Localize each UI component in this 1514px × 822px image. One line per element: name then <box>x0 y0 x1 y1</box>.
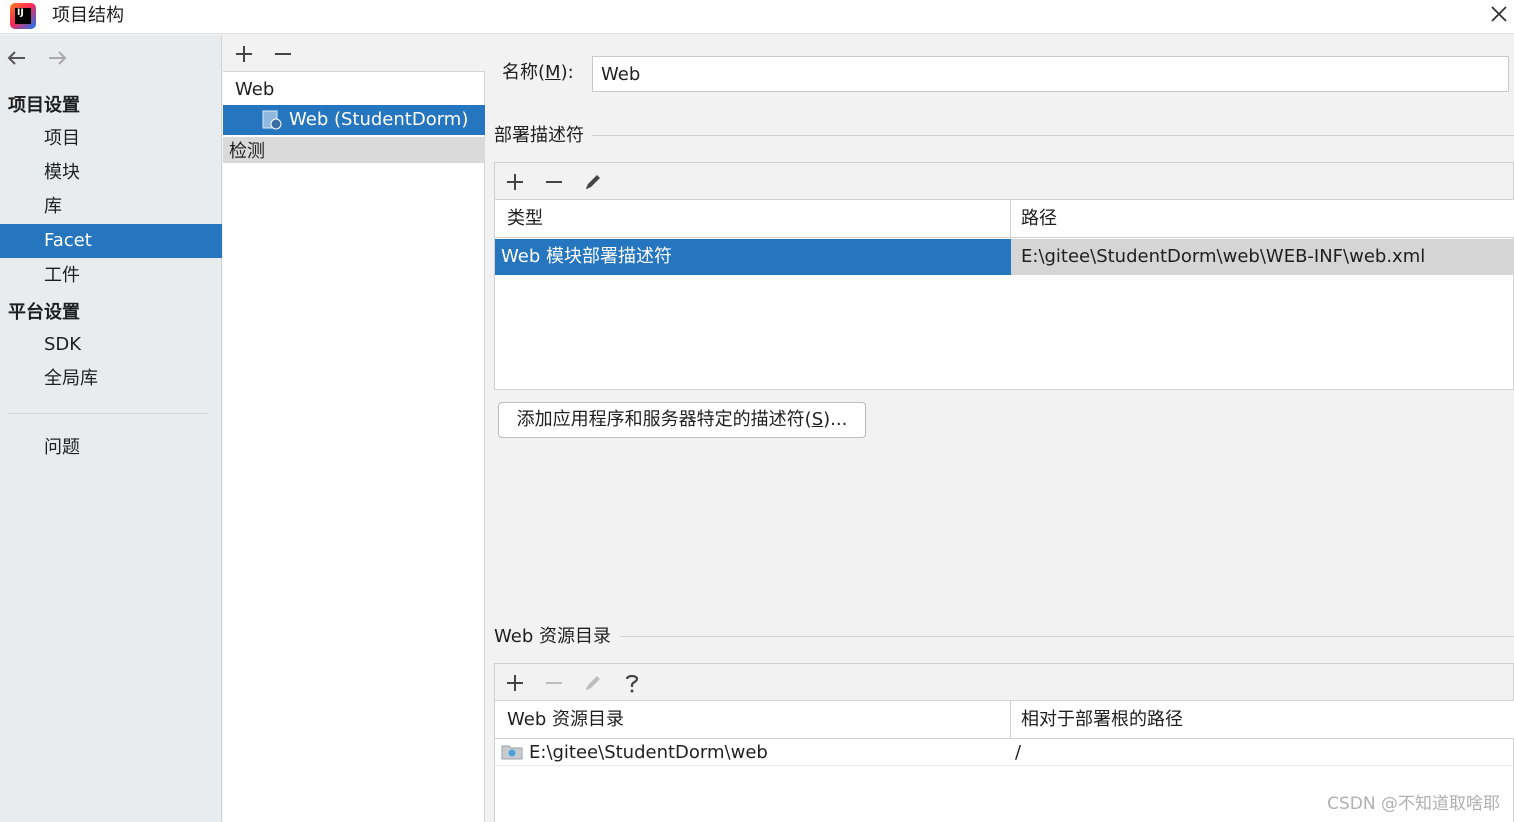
remove-descriptor-button[interactable] <box>542 170 566 194</box>
column-header-relative-path[interactable]: 相对于部署根的路径 <box>1011 701 1514 739</box>
title-bar: IJ 项目结构 <box>0 0 1514 34</box>
resource-dir-cell: E:\gitee\StudentDorm\web <box>529 742 768 763</box>
add-button-mnemonic: S <box>811 409 824 430</box>
nav-item-global-libraries[interactable]: 全局库 <box>0 362 222 396</box>
add-server-descriptor-button[interactable]: 添加应用程序和服务器特定的描述符(S)... <box>498 402 866 438</box>
name-label-text: 名称 <box>502 62 538 83</box>
name-label: 名称(M): <box>502 62 574 83</box>
table-row[interactable]: Web 模块部署描述符 E:\gitee\StudentDorm\web\WEB… <box>495 239 1514 275</box>
logo-text: IJ <box>15 8 31 24</box>
web-facet-icon <box>262 110 282 130</box>
add-icon <box>236 46 252 62</box>
table-row[interactable]: E:\gitee\StudentDorm\web / <box>495 740 1513 766</box>
resources-toolbar <box>495 664 1513 701</box>
help-icon <box>625 674 639 693</box>
arrow-right-icon <box>49 51 67 65</box>
resource-relative-cell: / <box>1015 742 1022 763</box>
remove-icon <box>275 53 291 55</box>
nav-item-problems[interactable]: 问题 <box>0 431 222 465</box>
facet-tree-panel: Web Web (StudentDorm) 检测 <box>223 35 485 822</box>
add-resource-button[interactable] <box>503 671 527 695</box>
nav-item-facets[interactable]: Facet <box>0 224 222 258</box>
name-mnemonic: M <box>545 62 561 83</box>
descriptors-table: 类型 路径 Web 模块部署描述符 E:\gitee\StudentDorm\w… <box>494 162 1514 390</box>
descriptor-path-cell: E:\gitee\StudentDorm\web\WEB-INF\web.xml <box>1011 239 1514 275</box>
add-icon <box>507 174 523 190</box>
arrow-left-icon <box>7 51 25 65</box>
nav-item-project[interactable]: 项目 <box>0 122 222 156</box>
add-button-prefix: 添加应用程序和服务器特定的描述符( <box>516 409 812 430</box>
descriptor-type-cell: Web 模块部署描述符 <box>495 239 1011 275</box>
facet-details-panel: 名称(M): 部署描述符 类型 路径 Web 模块部署描述符 E:\gitee\… <box>486 35 1514 822</box>
resources-title: Web 资源目录 <box>494 625 619 649</box>
add-descriptor-button[interactable] <box>503 170 527 194</box>
watermark: CSDN @不知道取啥耶 <box>1327 794 1500 814</box>
close-icon <box>1491 6 1507 22</box>
remove-icon <box>546 682 562 684</box>
column-header-web-resource-dir[interactable]: Web 资源目录 <box>495 701 1011 739</box>
facet-toolbar <box>223 35 485 72</box>
facet-item-label: Web (StudentDorm) <box>289 109 469 130</box>
nav-arrows <box>0 43 222 73</box>
nav-item-libraries[interactable]: 库 <box>0 190 222 224</box>
edit-icon <box>586 175 600 189</box>
web-folder-icon <box>501 745 523 760</box>
back-button[interactable] <box>2 43 32 73</box>
name-input[interactable] <box>592 56 1509 92</box>
edit-icon <box>586 676 600 690</box>
project-settings-header: 项目设置 <box>8 95 80 116</box>
add-facet-button[interactable] <box>232 42 256 66</box>
edit-descriptor-button[interactable] <box>581 170 605 194</box>
descriptors-title: 部署描述符 <box>494 124 592 148</box>
descriptors-divider <box>586 135 1514 136</box>
platform-settings-header: 平台设置 <box>8 302 80 323</box>
resources-divider <box>620 636 1514 637</box>
remove-facet-button[interactable] <box>271 42 295 66</box>
remove-icon <box>546 181 562 183</box>
add-icon <box>507 675 523 691</box>
edit-resource-button[interactable] <box>581 671 605 695</box>
nav-divider <box>8 413 208 414</box>
descriptors-toolbar <box>495 163 1513 200</box>
close-button[interactable] <box>1484 0 1514 30</box>
column-header-type[interactable]: 类型 <box>495 200 1011 238</box>
add-button-suffix: )... <box>823 409 848 430</box>
help-resource-button[interactable] <box>620 671 644 695</box>
facet-item-web-studentdorm[interactable]: Web (StudentDorm) <box>223 105 485 135</box>
window-title: 项目结构 <box>52 5 124 26</box>
column-header-path[interactable]: 路径 <box>1011 200 1514 238</box>
facet-group-web[interactable]: Web <box>223 75 485 105</box>
forward-button[interactable] <box>42 43 72 73</box>
detection-section[interactable]: 检测 <box>223 137 485 163</box>
intellij-logo-icon: IJ <box>10 3 36 29</box>
remove-resource-button[interactable] <box>542 671 566 695</box>
nav-item-modules[interactable]: 模块 <box>0 156 222 190</box>
settings-nav: 项目设置 项目 模块 库 Facet 工件 平台设置 SDK 全局库 问题 <box>0 35 222 822</box>
nav-item-artifacts[interactable]: 工件 <box>0 259 222 293</box>
nav-item-sdk[interactable]: SDK <box>0 328 222 362</box>
